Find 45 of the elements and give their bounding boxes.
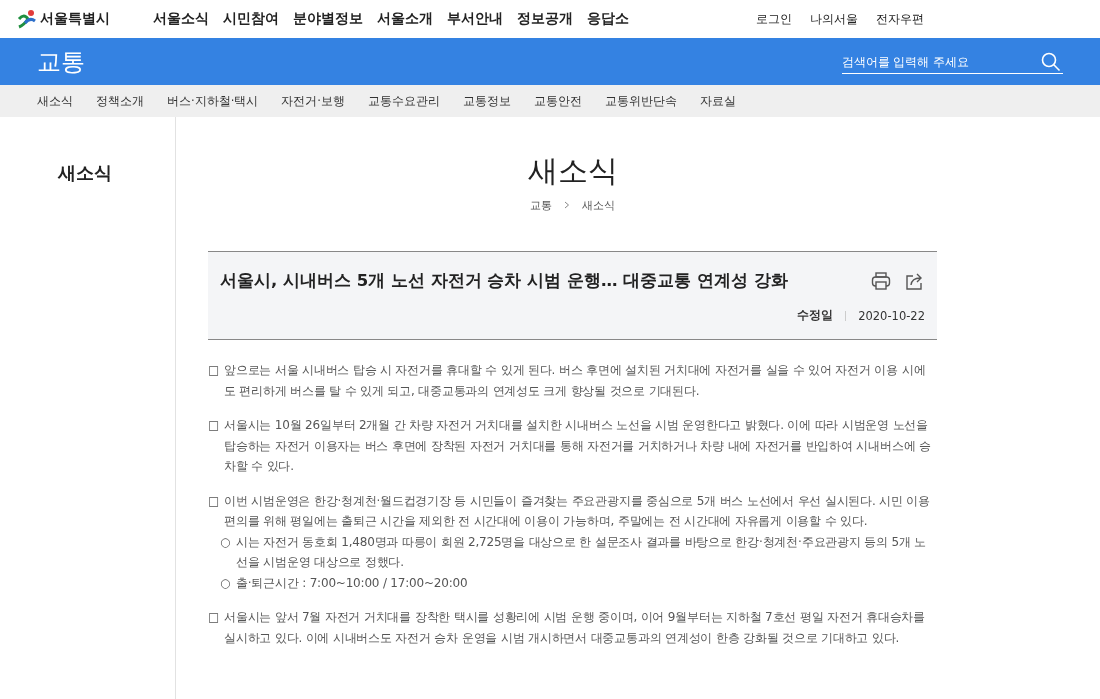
sidebar-title: 새소식 <box>58 161 113 185</box>
circle-bullet: ○ <box>220 533 232 551</box>
paragraph-text: 서울시는 10월 26일부터 2개월 간 차량 자전거 거치대를 설치한 시내버스 노선을 시범 운영한다고 밝혔다. 이에 따라 시범운영 노선을 탑승하는 자전거 이용자는 버스 후면에 장착된 자전거 거치대를 통해 자전거를 거치하거나 차량 내에 자전거를 반입하여 시내버스에 승차할 수 있다. <box>224 417 932 475</box>
utility-link[interactable]: 나의서울 <box>810 10 858 28</box>
sub-menu-link[interactable]: 버스·지하철·택시 <box>167 93 259 109</box>
sub-menu-link[interactable]: 교통수요관리 <box>367 93 440 109</box>
sub-menu-link[interactable]: 자료실 <box>699 93 736 109</box>
breadcrumb-link[interactable]: 교통 <box>530 198 552 213</box>
main-menu-link[interactable]: 시민참여 <box>223 10 279 28</box>
sub-menu-link[interactable]: 새소식 <box>37 93 73 109</box>
main-menu-link[interactable]: 서울소식 <box>153 10 209 28</box>
sub-item-text: 출·퇴근시간 : 7:00~10:00 / 17:00~20:00 <box>236 574 469 592</box>
utility-link[interactable]: 전자우편 <box>876 10 924 28</box>
sub-menu-link[interactable]: 정책소개 <box>96 93 144 109</box>
main-menu-link[interactable]: 응답소 <box>587 10 629 28</box>
paragraph-text: 서울시는 앞서 7월 자전거 거치대를 장착한 택시를 성황리에 시범 운행 중이며, 이어 9월부터는 지하철 7호선 평일 자전거 휴대승차를 실시하고 있다. 이에 시내버스도 자전거 승차 운영을 시범 개시하면서 대중교통과의 연계성이 한층 강화될 것으로 기대하고 있다. <box>224 609 926 647</box>
square-bullet: □ <box>208 362 221 379</box>
date-text: 2020-10-22 <box>858 308 925 323</box>
article-title: 서울시, 시내버스 5개 노선 자전거 승차 시범 운행… 대중교통 연계성 강화 <box>220 270 789 292</box>
sub-menu-link[interactable]: 교통안전 <box>533 93 582 109</box>
city-logo-icon <box>16 9 38 29</box>
square-bullet: □ <box>208 609 221 626</box>
square-bullet: □ <box>208 492 221 510</box>
main-menu-link[interactable]: 부서안내 <box>447 10 503 28</box>
main-menu-link[interactable]: 분야별정보 <box>293 10 363 28</box>
square-bullet: □ <box>208 417 221 434</box>
date-label: 수정일 <box>797 308 834 323</box>
print-icon[interactable] <box>871 272 891 290</box>
site-logo-text[interactable]: 서울특별시 <box>40 10 110 28</box>
sub-menu-link[interactable]: 자전거·보행 <box>281 93 345 109</box>
breadcrumb-link[interactable]: 새소식 <box>582 198 615 213</box>
search-field[interactable]: 검색어를 입력해 주세요 <box>842 49 1063 74</box>
utility-link[interactable]: 로그인 <box>756 10 792 28</box>
sub-item-text: 시는 자전거 동호회 1,480명과 따릉이 회원 2,725명을 대상으로 한 설문조사 결과를 바탕으로 한강·청계천·주요관광지 등의 5개 노선을 시범운영 대상으로 정했다. <box>236 533 928 571</box>
sub-menu-link[interactable]: 교통정보 <box>462 93 511 109</box>
search-icon[interactable] <box>1041 51 1061 72</box>
section-title: 교통 <box>37 46 85 78</box>
paragraph-text: 이번 시범운영은 한강·청계천·월드컵경기장 등 시민들이 즐겨찾는 주요관광지를 중심으로 5개 버스 노선에서 우선 실시된다. 시민 이용 편의를 위해 평일에는 출퇴근 시간을 제외한 전 시간대에 이용이 가능하며, 주말에는 전 시간대에 자유롭게 이용할 수 있다. <box>224 492 932 530</box>
circle-bullet: ○ <box>220 574 232 592</box>
sub-menu-link[interactable]: 교통위반단속 <box>604 93 677 109</box>
share-icon[interactable] <box>905 272 925 290</box>
main-menu-link[interactable]: 서울소개 <box>377 10 433 28</box>
page-title: 새소식 <box>526 152 619 190</box>
paragraph-text: 앞으로는 서울 시내버스 탑승 시 자전거를 휴대할 수 있게 된다. 버스 후면에 설치된 거치대에 자전거를 실을 수 있어 자전거 이용 시에도 편리하게 버스를 탈 수 있게 되고, 대중교통과의 연계성도 크게 향상될 것으로 기대된다. <box>224 362 927 400</box>
main-menu-link[interactable]: 정보공개 <box>517 10 573 28</box>
